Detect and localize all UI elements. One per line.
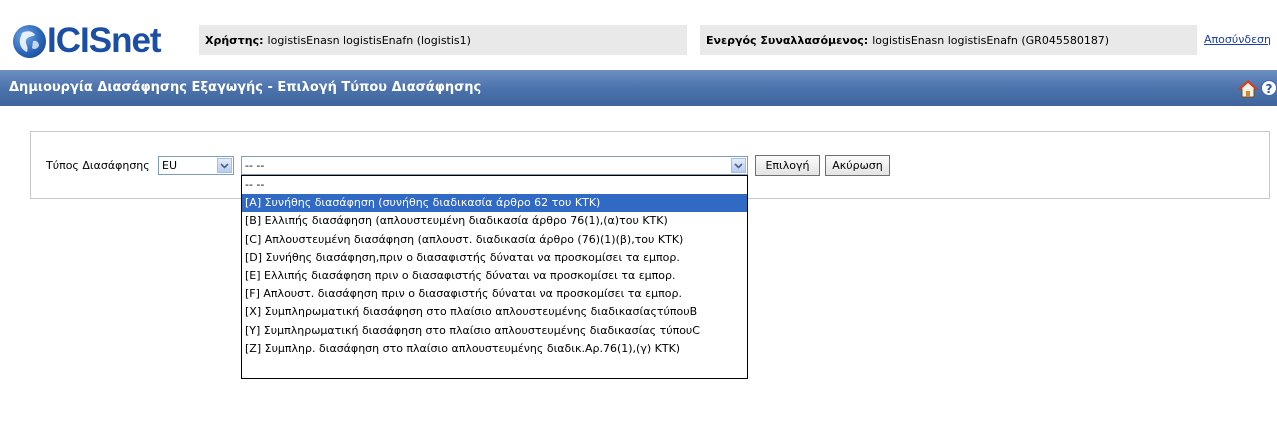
dropdown-option[interactable]: [Y] Συμπληρωματική διασάφηση στο πλαίσιο… (242, 322, 747, 340)
declaration-type-dropdown-list: -- -- [A] Συνήθης διασάφηση (συνήθης διαδ… (241, 175, 748, 379)
trader-info-box: Ενεργός Συναλλασόμενος: logistisEnasn lo… (700, 25, 1197, 55)
chevron-down-icon[interactable] (217, 158, 232, 173)
user-label: Χρήστης: (205, 33, 264, 47)
user-value: logistisEnasn logistisEnafn (logistis1) (267, 33, 471, 47)
home-icon[interactable] (1237, 79, 1259, 99)
declaration-type-select[interactable]: -- -- (241, 156, 748, 175)
icisnet-logo: ICISnet (13, 21, 162, 60)
page-title: Δημιουργία Διασάφησης Εξαγωγής - Επιλογή… (9, 80, 482, 95)
declaration-type-label: Τύπος Διασάφησης (46, 159, 150, 172)
dropdown-option[interactable]: [F] Απλουστ. διασάφηση πριν ο διασαφιστή… (242, 285, 747, 303)
dropdown-option[interactable]: [B] Ελλιπής διασάφηση (απλουστευμένη δια… (242, 212, 747, 230)
dropdown-option[interactable]: [D] Συνήθης διασάφηση,πριν ο διασαφιστής… (242, 249, 747, 267)
trader-label: Ενεργός Συναλλασόμενος: (706, 33, 869, 47)
logo-text: ICISnet (47, 21, 162, 60)
logout-link[interactable]: Αποσύνδεση (1204, 33, 1277, 46)
chevron-down-icon[interactable] (731, 158, 746, 173)
dropdown-option[interactable]: [X] Συμπληρωματική διασάφηση στο πλαίσιο… (242, 303, 747, 321)
top-header: ICISnet Χρήστης: logistisEnasn logistisE… (0, 0, 1277, 67)
page-title-bar: Δημιουργία Διασάφησης Εξαγωγής - Επιλογή… (0, 70, 1277, 106)
dropdown-option[interactable]: -- -- (242, 176, 747, 194)
help-icon[interactable]: ? (1261, 80, 1277, 96)
eu-select-value: EU (162, 159, 178, 172)
dropdown-option[interactable]: [Z] Συμπληρ. διασάφηση στο πλαίσιο απλου… (242, 340, 747, 358)
trader-value: logistisEnasn logistisEnafn (GR045580187… (872, 33, 1110, 47)
dropdown-option[interactable]: [A] Συνήθης διασάφηση (συνήθης διαδικασί… (242, 194, 747, 213)
select-button[interactable]: Επιλογή (755, 155, 820, 176)
globe-logo-icon (13, 24, 46, 58)
user-info-box: Χρήστης: logistisEnasn logistisEnafn (lo… (199, 25, 687, 55)
dropdown-option[interactable]: [E] Ελλιπής διασάφηση πριν ο διασαφιστής… (242, 267, 747, 285)
declaration-type-select-value: -- -- (245, 159, 265, 172)
dropdown-option[interactable]: [C] Απλουστευμένη διασάφηση (απλουστ. δι… (242, 231, 747, 249)
cancel-button[interactable]: Ακύρωση (825, 155, 890, 176)
eu-select[interactable]: EU (158, 156, 234, 175)
